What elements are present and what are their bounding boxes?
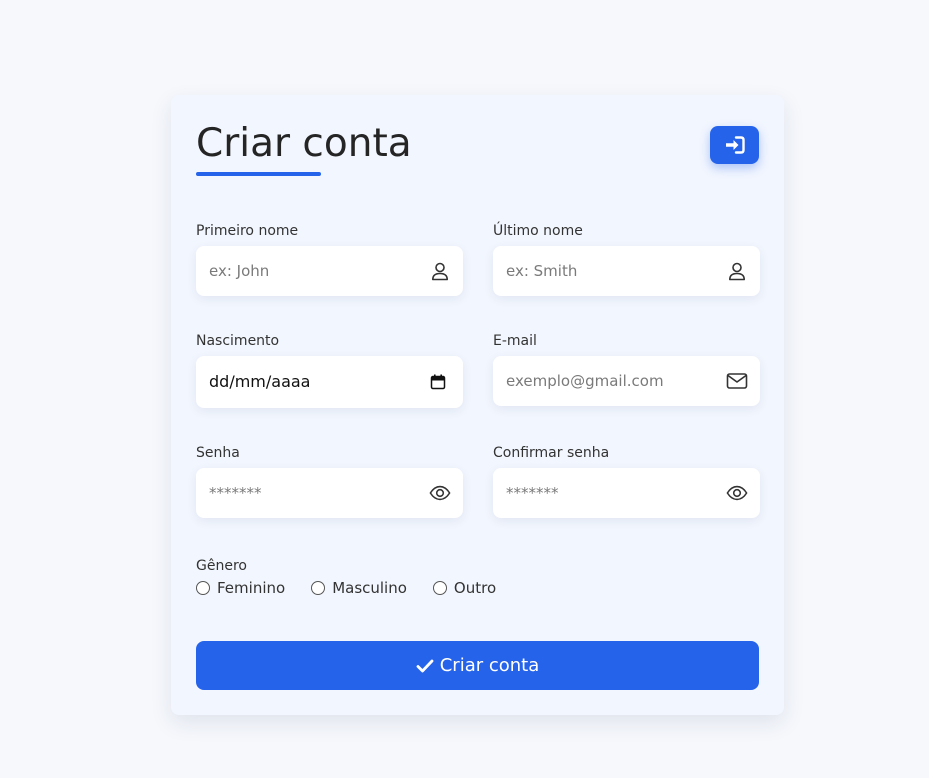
birth-input[interactable]: dd/mm/aaaa	[196, 356, 463, 408]
birth-label: Nascimento	[196, 333, 280, 349]
user-icon	[726, 260, 748, 282]
radio-button[interactable]	[196, 581, 210, 595]
first-name-group: Primeiro nome	[196, 222, 463, 296]
confirm-password-box	[493, 468, 760, 518]
email-input[interactable]	[493, 356, 708, 406]
eye-icon[interactable]	[429, 482, 451, 504]
create-account-label: Criar conta	[439, 655, 540, 676]
mail-icon	[726, 370, 748, 392]
gender-options: Feminino Masculino Outro	[196, 579, 522, 597]
last-name-box	[493, 246, 760, 296]
birth-value: dd/mm/aaaa	[209, 372, 311, 391]
gender-group: Gênero Feminino Masculino Outro	[196, 557, 522, 597]
gender-option-label: Feminino	[217, 579, 286, 597]
first-name-label: Primeiro nome	[196, 223, 299, 239]
first-name-box	[196, 246, 463, 296]
gender-option-feminino[interactable]: Feminino	[196, 579, 285, 597]
birth-group: Nascimento dd/mm/aaaa	[196, 332, 463, 408]
confirm-password-input[interactable]	[493, 468, 708, 518]
password-input[interactable]	[196, 468, 411, 518]
email-box	[493, 356, 760, 406]
email-group: E-mail	[493, 332, 760, 406]
last-name-input[interactable]	[493, 246, 708, 296]
confirm-password-group: Confirmar senha	[493, 444, 760, 518]
confirm-password-label: Confirmar senha	[493, 445, 610, 461]
password-group: Senha	[196, 444, 463, 518]
calendar-icon[interactable]	[427, 371, 449, 393]
last-name-label: Último nome	[493, 223, 583, 239]
radio-button[interactable]	[311, 581, 326, 595]
signup-card: Criar conta Primeiro nome Último nome	[171, 95, 784, 715]
gender-option-label: Outro	[453, 579, 497, 597]
last-name-group: Último nome	[493, 222, 760, 296]
gender-label: Gênero	[196, 558, 247, 574]
user-icon	[429, 260, 451, 282]
title-underline	[196, 172, 321, 176]
page-title: Criar conta	[196, 121, 412, 166]
create-account-button[interactable]: Criar conta	[196, 641, 759, 690]
email-label: E-mail	[493, 333, 537, 349]
password-box	[196, 468, 463, 518]
radio-button[interactable]	[432, 581, 447, 595]
sign-in-icon	[725, 136, 745, 154]
check-icon	[416, 659, 434, 673]
gender-option-masculino[interactable]: Masculino	[311, 579, 407, 597]
gender-option-outro[interactable]: Outro	[432, 579, 497, 597]
eye-icon[interactable]	[726, 482, 748, 504]
login-button[interactable]	[710, 126, 759, 164]
password-label: Senha	[196, 445, 240, 461]
first-name-input[interactable]	[196, 246, 411, 296]
gender-option-label: Masculino	[332, 579, 407, 597]
